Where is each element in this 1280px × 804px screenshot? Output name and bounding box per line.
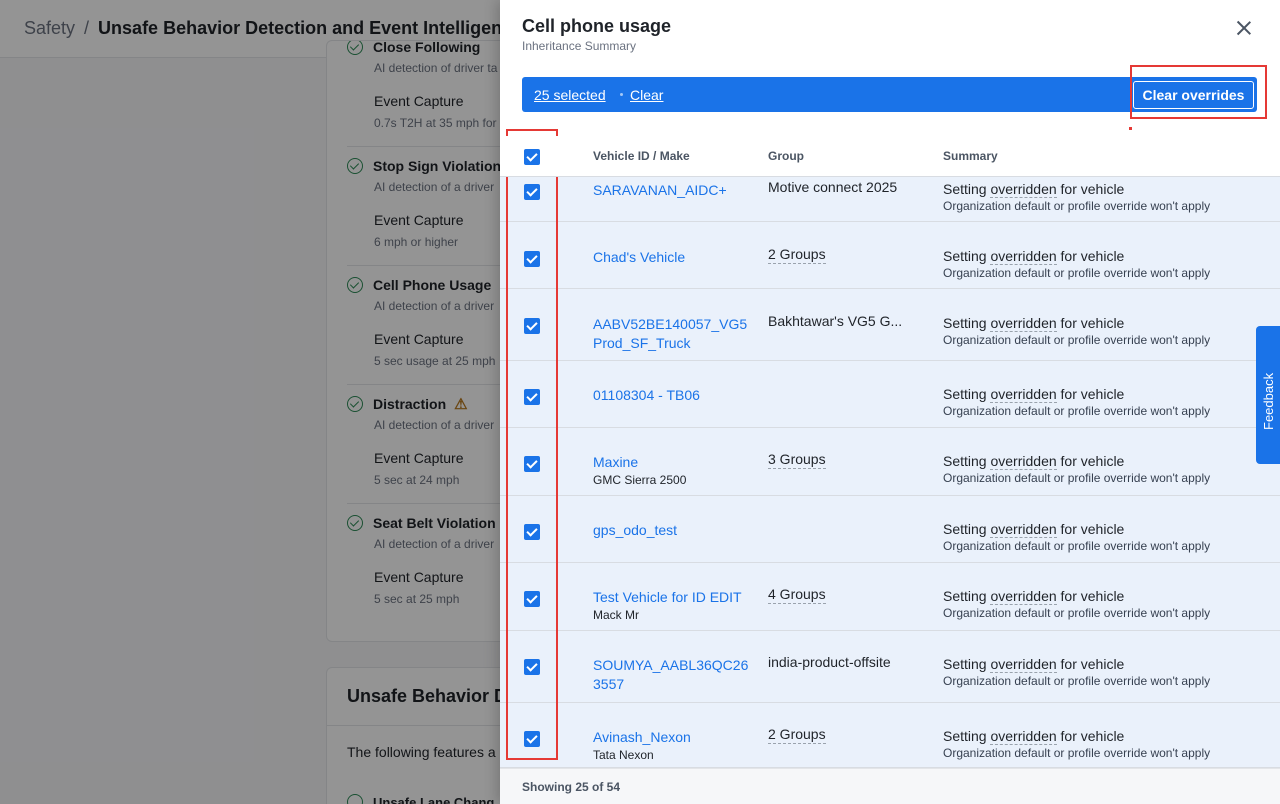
summary-detail: Organization default or profile override… bbox=[943, 199, 1211, 213]
feedback-tab[interactable]: Feedback bbox=[1256, 326, 1280, 464]
drawer-subtitle: Inheritance Summary bbox=[522, 39, 637, 53]
summary-detail: Organization default or profile override… bbox=[943, 746, 1211, 760]
row-checkbox[interactable] bbox=[524, 524, 540, 540]
vehicle-id-link[interactable]: gps_odo_test bbox=[593, 521, 753, 540]
summary-text: Setting overridden for vehicle bbox=[943, 386, 1125, 403]
row-checkbox[interactable] bbox=[524, 184, 540, 200]
vehicle-id-link[interactable]: Avinash_Nexon bbox=[593, 728, 753, 747]
column-header-vehicle[interactable]: Vehicle ID / Make bbox=[593, 149, 690, 163]
table-row[interactable]: Chad's Vehicle 2 Groups Setting overridden… bbox=[500, 222, 1280, 289]
overridden-tooltip-trigger[interactable]: overridden bbox=[990, 521, 1057, 538]
vehicle-id-link[interactable]: 01108304 - TB06 bbox=[593, 386, 753, 405]
overridden-tooltip-trigger[interactable]: overridden bbox=[990, 248, 1057, 265]
clear-overrides-button[interactable]: Clear overrides bbox=[1133, 81, 1254, 109]
selected-count-link[interactable]: 25 selected bbox=[534, 87, 606, 103]
row-checkbox[interactable] bbox=[524, 456, 540, 472]
summary-detail: Organization default or profile override… bbox=[943, 539, 1211, 553]
summary-text: Setting overridden for vehicle bbox=[943, 315, 1125, 332]
overridden-tooltip-trigger[interactable]: overridden bbox=[990, 386, 1057, 403]
overridden-tooltip-trigger[interactable]: overridden bbox=[990, 656, 1057, 673]
vehicle-group[interactable]: 4 Groups bbox=[768, 586, 826, 604]
separator-dot bbox=[620, 93, 623, 96]
drawer-title: Cell phone usage bbox=[522, 16, 672, 36]
summary-detail: Organization default or profile override… bbox=[943, 266, 1211, 280]
table-row[interactable]: Maxine GMC Sierra 2500 3 Groups Setting ove… bbox=[500, 428, 1280, 496]
vehicle-group: Bakhtawar's VG5 G... bbox=[768, 313, 903, 329]
highlight-marker bbox=[1129, 127, 1132, 130]
clear-selection-link[interactable]: Clear bbox=[630, 87, 663, 103]
summary-detail: Organization default or profile override… bbox=[943, 333, 1211, 347]
summary-detail: Organization default or profile override… bbox=[943, 471, 1211, 485]
table-footer: Showing 25 of 54 bbox=[500, 768, 1280, 804]
table-row[interactable]: AABV52BE140057_VG5Prod_SF_Truck Bakhtawar… bbox=[500, 289, 1280, 361]
table-row[interactable]: SOUMYA_AABL36QC263557 india-product-offsi… bbox=[500, 631, 1280, 703]
vehicle-group: Motive connect 2025 bbox=[768, 179, 898, 195]
vehicle-group[interactable]: 2 Groups bbox=[768, 246, 826, 264]
summary-text: Setting overridden for vehicle bbox=[943, 588, 1125, 605]
column-header-summary[interactable]: Summary bbox=[943, 149, 998, 163]
row-checkbox[interactable] bbox=[524, 659, 540, 675]
close-icon[interactable] bbox=[1234, 18, 1254, 38]
overridden-tooltip-trigger[interactable]: overridden bbox=[990, 588, 1057, 605]
column-header-group[interactable]: Group bbox=[768, 149, 804, 163]
vehicle-id-link[interactable]: SOUMYA_AABL36QC263557 bbox=[593, 656, 753, 694]
vehicle-make: GMC Sierra 2500 bbox=[593, 473, 687, 487]
table-row[interactable]: gps_odo_test Setting overridden for vehic… bbox=[500, 496, 1280, 563]
vehicle-group[interactable]: 3 Groups bbox=[768, 451, 826, 469]
table-row[interactable]: Test Vehicle for ID EDIT Mack Mr 4 Groups S… bbox=[500, 563, 1280, 631]
row-checkbox[interactable] bbox=[524, 251, 540, 267]
vehicle-group[interactable]: 2 Groups bbox=[768, 726, 826, 744]
table-row[interactable]: 01108304 - TB06 Setting overridden for ve… bbox=[500, 361, 1280, 428]
vehicle-id-link[interactable]: Maxine bbox=[593, 453, 753, 472]
vehicle-id-link[interactable]: AABV52BE140057_VG5Prod_SF_Truck bbox=[593, 315, 753, 353]
vehicle-id-link[interactable]: Chad's Vehicle bbox=[593, 248, 753, 267]
row-checkbox[interactable] bbox=[524, 389, 540, 405]
table-header: Vehicle ID / Make Group Summary bbox=[500, 136, 1280, 177]
summary-detail: Organization default or profile override… bbox=[943, 674, 1211, 688]
vehicles-table: SARAVANAN_AIDC+ Motive connect 2025 Settin… bbox=[500, 136, 1280, 768]
summary-text: Setting overridden for vehicle bbox=[943, 181, 1125, 198]
select-all-checkbox[interactable] bbox=[524, 149, 540, 165]
overridden-tooltip-trigger[interactable]: overridden bbox=[990, 453, 1057, 470]
row-checkbox[interactable] bbox=[524, 731, 540, 747]
summary-text: Setting overridden for vehicle bbox=[943, 248, 1125, 265]
summary-text: Setting overridden for vehicle bbox=[943, 728, 1125, 745]
summary-text: Setting overridden for vehicle bbox=[943, 656, 1125, 673]
vehicle-id-link[interactable]: Test Vehicle for ID EDIT bbox=[593, 588, 753, 607]
row-checkbox[interactable] bbox=[524, 591, 540, 607]
feedback-label: Feedback bbox=[1261, 372, 1276, 430]
summary-text: Setting overridden for vehicle bbox=[943, 453, 1125, 470]
summary-detail: Organization default or profile override… bbox=[943, 606, 1211, 620]
summary-detail: Organization default or profile override… bbox=[943, 404, 1211, 418]
vehicle-make: Mack Mr bbox=[593, 608, 639, 622]
overridden-tooltip-trigger[interactable]: overridden bbox=[990, 315, 1057, 332]
row-checkbox[interactable] bbox=[524, 318, 540, 334]
vehicle-id-link[interactable]: SARAVANAN_AIDC+ bbox=[593, 181, 753, 200]
inheritance-summary-drawer: Cell phone usage Inheritance Summary 25 … bbox=[500, 0, 1280, 804]
overridden-tooltip-trigger[interactable]: overridden bbox=[990, 728, 1057, 745]
summary-text: Setting overridden for vehicle bbox=[943, 521, 1125, 538]
overridden-tooltip-trigger[interactable]: overridden bbox=[990, 181, 1057, 198]
table-row[interactable]: Avinash_Nexon Tata Nexon 2 Groups Setting o… bbox=[500, 703, 1280, 768]
pagination-count: Showing 25 of 54 bbox=[522, 780, 621, 794]
vehicle-group: india-product-offsite bbox=[768, 654, 891, 670]
vehicle-make: Tata Nexon bbox=[593, 748, 654, 762]
